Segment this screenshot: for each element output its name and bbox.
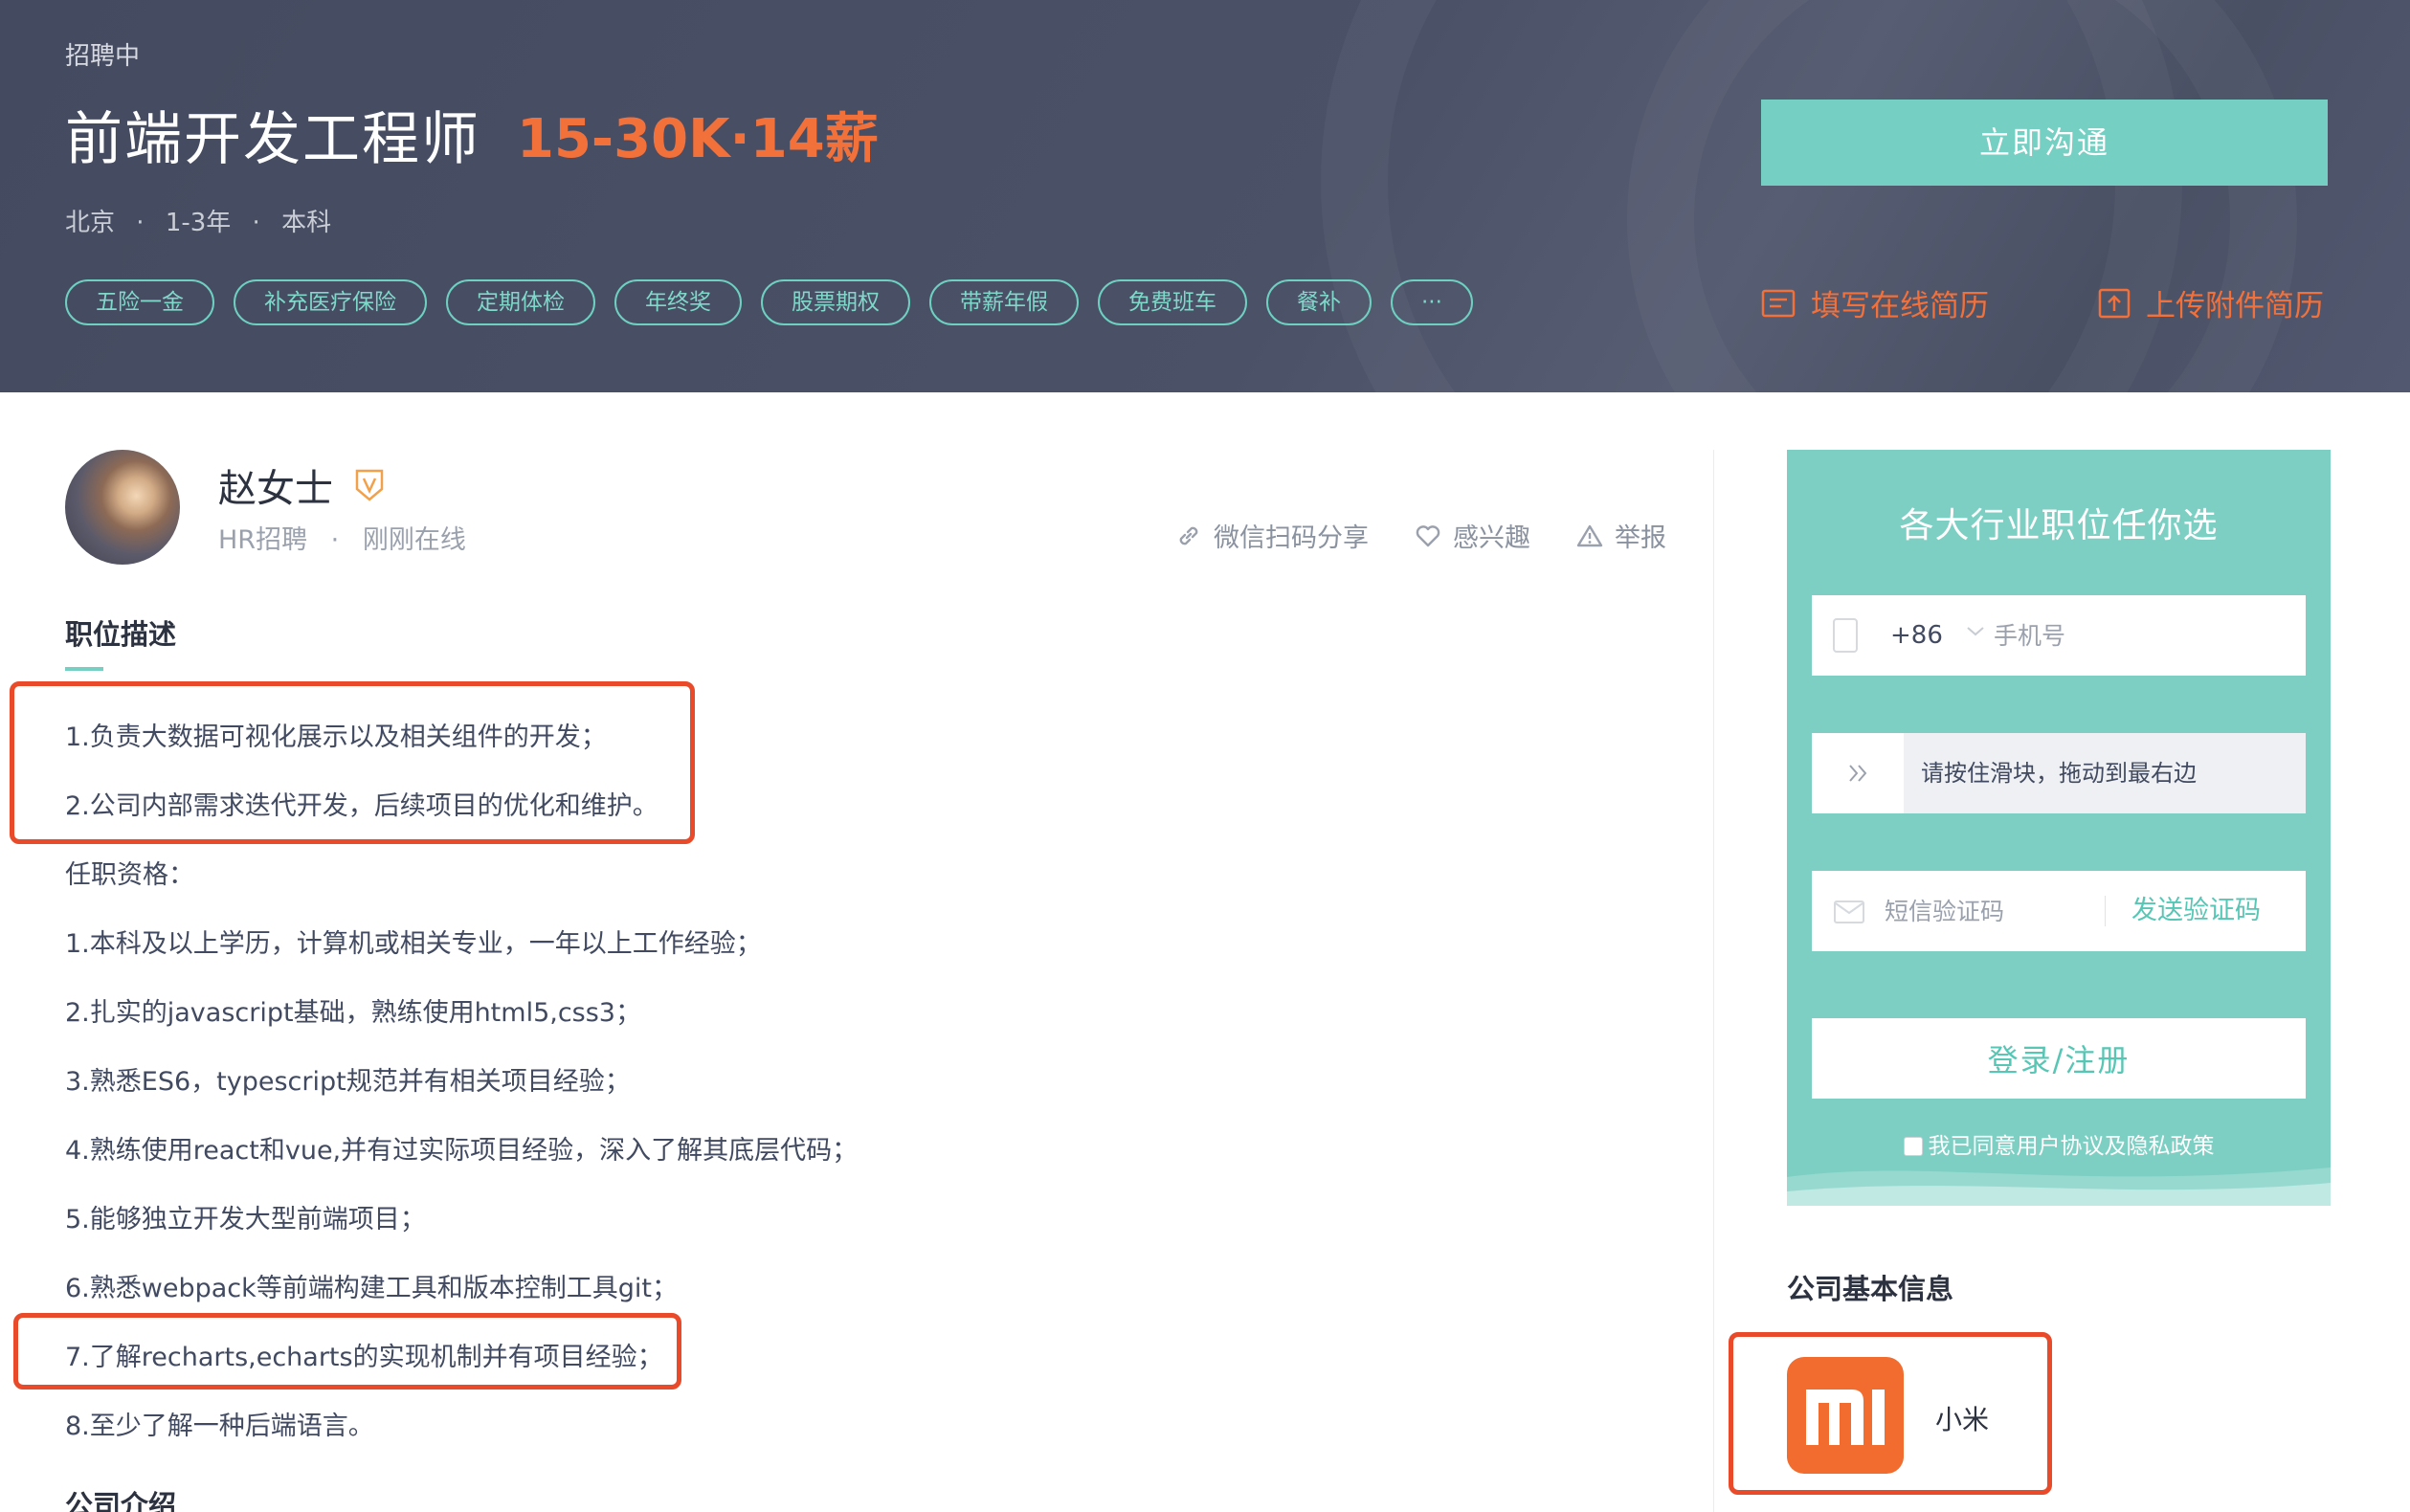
wechat-share-label: 微信扫码分享 (1214, 523, 1369, 553)
benefit-tag: 股票期权 (761, 279, 910, 325)
highlight-box (1729, 1332, 2052, 1495)
interest-button[interactable]: 感兴趣 (1415, 517, 1530, 554)
send-code-button[interactable]: 发送验证码 (2131, 871, 2261, 951)
description-line: 任职资格： (65, 860, 194, 890)
banner-decoration (1627, 0, 2297, 392)
job-meta: 北京 · 1-3年 · 本科 (65, 203, 331, 238)
benefit-tags: 五险一金 补充医疗保险 定期体检 年终奖 股票期权 带薪年假 免费班车 餐补 ·… (65, 279, 1492, 325)
job-education: 本科 (281, 209, 332, 237)
job-location: 北京 (65, 209, 116, 237)
hr-separator: · (330, 525, 340, 555)
benefit-tag: 带薪年假 (929, 279, 1079, 325)
phone-icon (1833, 618, 1858, 653)
sms-code-input[interactable] (1885, 892, 2095, 930)
meta-separator: · (252, 209, 260, 237)
heart-icon (1416, 524, 1440, 546)
fill-online-resume-link[interactable]: 填写在线简历 (1761, 281, 1989, 324)
upload-resume-link[interactable]: 上传附件简历 (2098, 281, 2324, 324)
mail-icon (1834, 901, 1864, 923)
section-underline (65, 667, 103, 671)
description-line: 2.扎实的javascript基础，熟练使用html5,css3； (65, 998, 641, 1028)
job-actions: 微信扫码分享 感兴趣 举报 (1129, 517, 1666, 554)
upload-resume-label: 上传附件简历 (2146, 289, 2324, 323)
job-salary: 15-30K·14薪 (517, 107, 879, 170)
slider-captcha: 请按住滑块，拖动到最右边 (1812, 733, 2306, 813)
highlight-box (13, 1313, 681, 1390)
interest-label: 感兴趣 (1453, 523, 1530, 553)
column-divider (1713, 450, 1714, 1512)
benefit-tag: 免费班车 (1098, 279, 1247, 325)
description-line: 1.本科及以上学历，计算机或相关专业，一年以上工作经验； (65, 929, 762, 959)
field-divider (2105, 896, 2106, 926)
double-chevron-right-icon (1849, 765, 1867, 782)
login-panel: 各大行业职位任你选 +86 请按住滑块，拖动到最右边 发送验证码 登录/注册 我… (1787, 450, 2331, 1206)
hr-avatar[interactable] (65, 450, 180, 565)
hr-online-status: 刚刚在线 (362, 525, 466, 555)
company-info-title: 公司基本信息 (1787, 1273, 1954, 1305)
company-intro-title: 公司介绍 (65, 1489, 177, 1512)
benefit-tag: 补充医疗保险 (234, 279, 427, 325)
job-experience: 1-3年 (165, 209, 232, 237)
phone-input[interactable] (1994, 616, 2281, 655)
hr-subtitle: HR招聘 · 刚刚在线 (218, 519, 466, 556)
hr-role: HR招聘 (218, 525, 308, 555)
job-title: 前端开发工程师 (65, 105, 480, 173)
chevron-down-icon (1967, 627, 1984, 636)
more-tags-button[interactable]: ··· (1391, 279, 1473, 325)
job-status: 招聘中 (65, 42, 141, 71)
benefit-tag: 五险一金 (65, 279, 214, 325)
phone-field: +86 (1812, 595, 2306, 676)
benefit-tag: 定期体检 (446, 279, 595, 325)
verified-badge-icon (355, 469, 384, 501)
wave-decoration (1787, 1167, 2331, 1206)
country-code-select[interactable]: +86 (1890, 595, 1943, 676)
login-register-button[interactable]: 登录/注册 (1812, 1018, 2306, 1099)
description-line: 8.至少了解一种后端语言。 (65, 1412, 374, 1441)
job-header-banner: 招聘中 前端开发工程师 15-30K·14薪 北京 · 1-3年 · 本科 五险… (0, 0, 2410, 392)
slider-instruction: 请按住滑块，拖动到最右边 (1921, 760, 2197, 787)
link-icon (1179, 526, 1198, 545)
wechat-share-button[interactable]: 微信扫码分享 (1175, 517, 1369, 554)
chat-now-button[interactable]: 立即沟通 (1761, 100, 2328, 186)
login-panel-title: 各大行业职位任你选 (1899, 506, 2219, 545)
hr-name: 赵女士 (218, 467, 333, 511)
report-label: 举报 (1615, 523, 1666, 553)
meta-separator: · (136, 209, 145, 237)
description-line: 6.熟悉webpack等前端构建工具和版本控制工具git； (65, 1274, 678, 1303)
job-title-row: 前端开发工程师 15-30K·14薪 (65, 96, 879, 173)
hr-name-row: 赵女士 (218, 457, 385, 513)
fill-online-resume-label: 填写在线简历 (1811, 289, 1989, 323)
job-description-title: 职位描述 (65, 618, 177, 651)
benefit-tag: 年终奖 (614, 279, 742, 325)
highlight-box (10, 681, 695, 844)
benefit-tag: 餐补 (1266, 279, 1372, 325)
description-line: 3.熟悉ES6，typescript规范并有相关项目经验； (65, 1067, 631, 1097)
warning-icon (1576, 524, 1603, 546)
upload-icon (2098, 288, 2131, 318)
slider-handle[interactable] (1812, 733, 1904, 813)
description-line: 4.熟练使用react和vue,并有过实际项目经验，深入了解其底层代码； (65, 1136, 859, 1166)
description-line: 5.能够独立开发大型前端项目； (65, 1205, 426, 1234)
report-button[interactable]: 举报 (1576, 517, 1666, 554)
sms-code-field: 发送验证码 (1812, 871, 2306, 951)
resume-form-icon (1761, 289, 1796, 317)
